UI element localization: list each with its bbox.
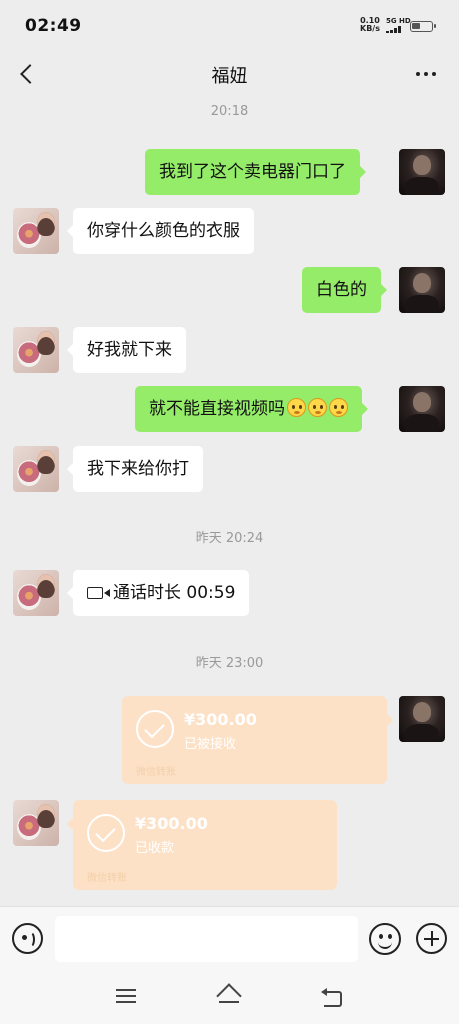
plus-icon[interactable] [416, 923, 447, 954]
message-bubble-sent[interactable]: 就不能直接视频吗 [135, 386, 368, 432]
menu-icon[interactable] [116, 988, 138, 1004]
network-speed: 0.10 KB/s [360, 17, 380, 33]
message-bubble-sent[interactable]: 我到了这个卖电器门口了 [145, 149, 366, 195]
timestamp: 昨天 23:00 [195, 656, 264, 671]
call-record-bubble[interactable]: 通话时长 00:59 [66, 570, 250, 616]
timestamp: 昨天 20:24 [195, 531, 264, 546]
network-speed-unit: KB/s [360, 24, 380, 33]
transfer-card-received[interactable]: ¥300.00 已收款 微信转账 [67, 800, 337, 890]
more-dots-icon[interactable] [410, 64, 442, 84]
flushed-face-emoji-icon [308, 398, 327, 417]
battery-icon [410, 21, 436, 32]
contact-avatar[interactable] [13, 208, 59, 254]
status-bar: 02:49 0.10 KB/s 5G HD [0, 0, 459, 52]
transfer-amount: ¥300.00 [184, 710, 257, 729]
signal-icon [386, 26, 406, 33]
back-icon[interactable] [320, 986, 344, 1007]
flushed-face-emoji-icon [329, 398, 348, 417]
message-bubble-received[interactable]: 好我就下来 [67, 327, 186, 373]
contact-avatar[interactable] [13, 327, 59, 373]
transfer-footer: 微信转账 [136, 767, 176, 778]
message-bubble-received[interactable]: 我下来给你打 [67, 446, 203, 492]
message-input[interactable] [55, 916, 358, 962]
contact-avatar[interactable] [13, 570, 59, 616]
my-avatar[interactable] [399, 386, 445, 432]
video-call-icon [87, 587, 110, 599]
chat-title: 福妞 [211, 66, 248, 87]
voice-icon[interactable] [12, 923, 43, 954]
transfer-footer: 微信转账 [87, 873, 127, 884]
emoji-icon[interactable] [369, 923, 401, 955]
contact-avatar[interactable] [13, 800, 59, 846]
home-icon[interactable] [216, 984, 242, 1006]
my-avatar[interactable] [399, 267, 445, 313]
transfer-status: 已被接收 [184, 737, 237, 752]
transfer-amount: ¥300.00 [135, 814, 208, 833]
transfer-card-sent[interactable]: ¥300.00 已被接收 微信转账 [122, 696, 393, 784]
call-duration: 通话时长 00:59 [113, 583, 236, 603]
my-avatar[interactable] [399, 149, 445, 195]
check-circle-icon [136, 710, 174, 748]
check-circle-icon [87, 814, 125, 852]
system-nav-bar [0, 970, 459, 1024]
message-text: 就不能直接视频吗 [149, 399, 285, 419]
my-avatar[interactable] [399, 696, 445, 742]
timestamp: 20:18 [210, 104, 249, 119]
message-bubble-received[interactable]: 你穿什么颜色的衣服 [67, 208, 254, 254]
transfer-status: 已收款 [135, 841, 175, 856]
status-time: 02:49 [25, 16, 82, 36]
flushed-face-emoji-icon [287, 398, 306, 417]
input-bar [0, 906, 459, 970]
signal-label: 5G HD [386, 17, 411, 25]
message-bubble-sent[interactable]: 白色的 [302, 267, 387, 313]
contact-avatar[interactable] [13, 446, 59, 492]
chat-header: 福妞 [0, 52, 459, 98]
